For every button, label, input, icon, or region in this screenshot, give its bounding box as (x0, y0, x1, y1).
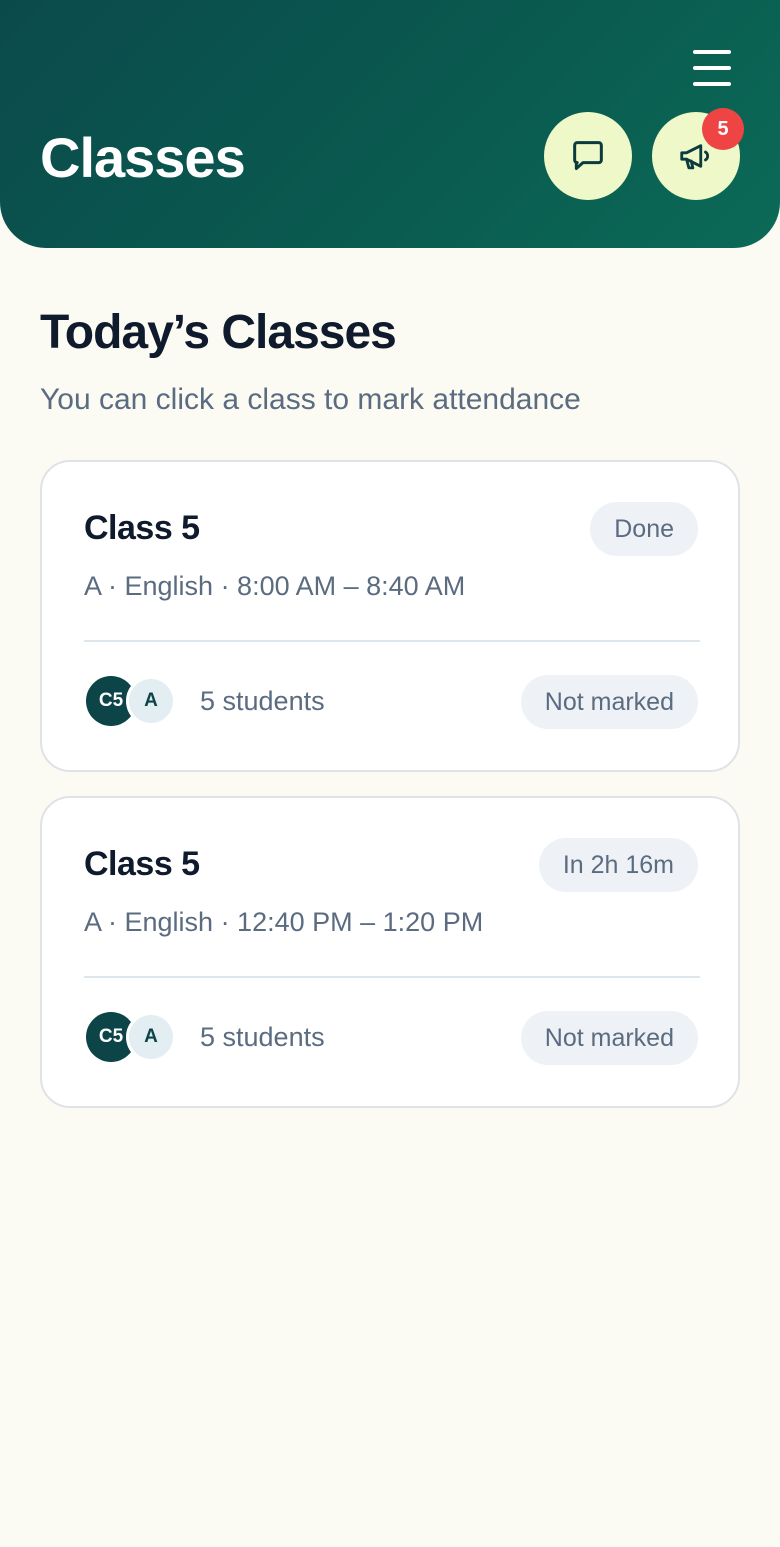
page-title: Classes (40, 126, 246, 189)
card-divider (84, 976, 700, 978)
class-meta: A · English · 12:40 PM – 1:20 PM (84, 907, 484, 937)
section-subtitle: You can click a class to mark attendance (40, 383, 581, 416)
notification-badge: 5 (702, 108, 744, 150)
section-title: Today’s Classes (40, 306, 397, 359)
class-card[interactable]: Class 5 Done A · English · 8:00 AM – 8:4… (40, 460, 740, 772)
avatar: A (126, 1012, 176, 1062)
attendance-status-badge: Not marked (520, 1011, 698, 1065)
avatar: A (126, 676, 176, 726)
messages-button[interactable] (544, 112, 632, 200)
class-status-badge: Done (590, 502, 698, 556)
menu-button[interactable] (688, 46, 736, 90)
class-meta: A · English · 8:00 AM – 8:40 AM (84, 571, 466, 601)
student-count: 5 students (200, 1022, 325, 1052)
page-header: Classes 5 (0, 0, 780, 248)
student-count: 5 students (200, 686, 325, 716)
menu-icon-bar-top (693, 50, 731, 54)
attendance-status-badge: Not marked (520, 675, 698, 729)
class-title: Class 5 (84, 509, 200, 547)
message-square-icon (573, 141, 603, 170)
card-divider (84, 640, 700, 642)
class-card[interactable]: Class 5 In 2h 16m A · English · 12:40 PM… (40, 796, 740, 1108)
class-title: Class 5 (84, 845, 200, 883)
menu-icon-bar-bottom (693, 82, 731, 86)
menu-icon-bar-middle (693, 66, 731, 70)
class-status-badge: In 2h 16m (538, 838, 698, 892)
